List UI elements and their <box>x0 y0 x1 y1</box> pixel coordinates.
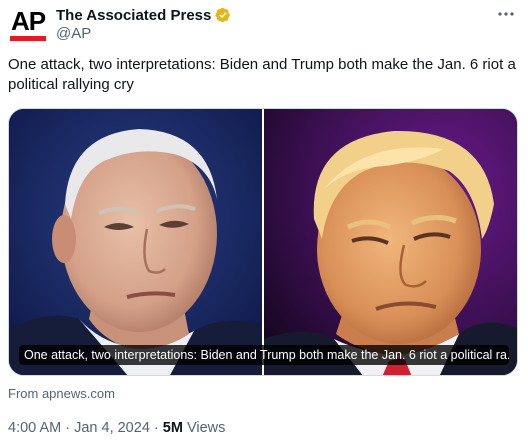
media-card[interactable]: One attack, two interpretations: Biden a… <box>8 108 518 376</box>
views-label: Views <box>182 420 226 436</box>
tweet-text: One attack, two interpretations: Biden a… <box>8 56 516 93</box>
meta-separator: · <box>149 420 163 436</box>
avatar-logo-text: AP <box>10 6 46 36</box>
views-count[interactable]: 5M <box>163 420 183 436</box>
meta-separator: · <box>61 420 75 436</box>
name-row: The Associated Press <box>56 5 231 25</box>
avatar[interactable]: AP <box>8 6 48 46</box>
tweet-time[interactable]: 4:00 AM <box>8 420 61 436</box>
media-caption: One attack, two interpretations: Biden a… <box>19 345 509 365</box>
tweet-meta: 4:00 AM · Jan 4, 2024 · 5M Views <box>8 420 225 436</box>
photo-trump[interactable] <box>264 109 517 375</box>
display-name[interactable]: The Associated Press <box>56 7 211 24</box>
handle[interactable]: @AP <box>56 25 91 42</box>
tweet-header: AP The Associated Press @AP <box>0 0 528 50</box>
verified-badge-icon[interactable] <box>215 7 231 23</box>
photo-biden[interactable] <box>9 109 262 375</box>
more-icon[interactable] <box>496 4 516 24</box>
avatar-logo-bar <box>10 36 46 41</box>
tweet-date[interactable]: Jan 4, 2024 <box>74 420 150 436</box>
link-source[interactable]: From apnews.com <box>8 386 115 401</box>
